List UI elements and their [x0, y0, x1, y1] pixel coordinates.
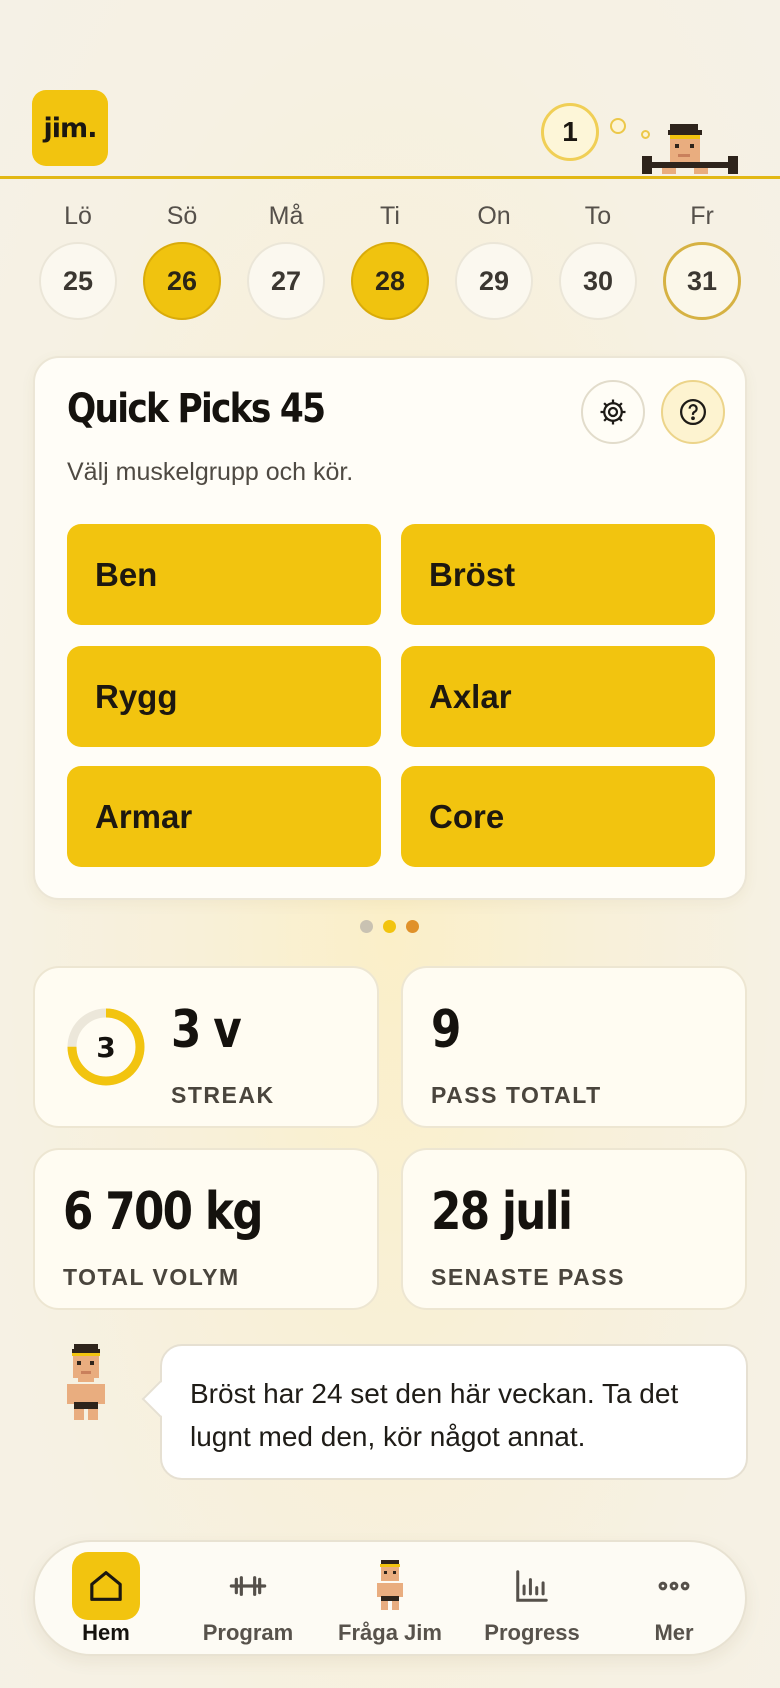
help-button[interactable]	[661, 380, 725, 444]
day-wednesday[interactable]: On 29	[454, 198, 534, 320]
page-dot-active[interactable]	[383, 920, 396, 933]
nav-item-fraga-jim[interactable]: Fråga Jim	[319, 1542, 461, 1658]
day-date-completed[interactable]: 26	[143, 242, 221, 320]
day-label: Fr	[690, 202, 714, 230]
nav-label: Hem	[82, 1620, 130, 1645]
day-date[interactable]: 29	[455, 242, 533, 320]
total-volume-label: TOTAL VOLYM	[63, 1264, 240, 1290]
day-date[interactable]: 25	[39, 242, 117, 320]
stat-card-total-volume[interactable]: 6 700 kg TOTAL VOLYM	[33, 1148, 379, 1310]
day-tuesday[interactable]: Ti 28	[350, 198, 430, 320]
day-sunday[interactable]: Sö 26	[142, 198, 222, 320]
total-volume-value: 6 700 kg	[63, 1182, 264, 1242]
app-logo[interactable]: jim.	[32, 90, 108, 166]
level-value: 1	[562, 116, 578, 147]
level-badge[interactable]: 1	[541, 103, 599, 161]
day-thursday[interactable]: To 30	[558, 198, 638, 320]
card-title: Quick Picks 45	[67, 386, 326, 432]
muscle-group-button-ben[interactable]: Ben	[67, 524, 381, 625]
pixel-weightlifter-icon	[642, 124, 738, 174]
muscle-group-button-rygg[interactable]: Rygg	[67, 646, 381, 747]
home-icon	[72, 1552, 140, 1620]
streak-value: 3 v	[171, 1000, 242, 1060]
day-label: Sö	[166, 202, 198, 230]
nav-label: Program	[202, 1620, 294, 1645]
muscle-group-button-axlar[interactable]: Axlar	[401, 646, 715, 747]
total-sessions-label: PASS TOTALT	[431, 1082, 602, 1108]
day-label: To	[584, 202, 612, 230]
header-divider	[0, 176, 780, 179]
day-saturday[interactable]: Lö 25	[38, 198, 118, 320]
day-date[interactable]: 27	[247, 242, 325, 320]
jim-tip-bubble[interactable]: Bröst har 24 set den här veckan. Ta det …	[141, 1344, 748, 1480]
nav-label: Progress	[484, 1620, 580, 1645]
page-dot[interactable]	[406, 920, 419, 933]
stat-card-last-session[interactable]: 28 juli SENASTE PASS	[401, 1148, 747, 1310]
nav-item-mer[interactable]: Mer	[603, 1542, 745, 1658]
day-friday[interactable]: Fr 31	[662, 198, 742, 320]
streak-label: STREAK	[171, 1082, 275, 1108]
more-icon	[640, 1552, 708, 1620]
nav-item-progress[interactable]: Progress	[461, 1542, 603, 1658]
gear-icon	[600, 399, 626, 425]
nav-item-hem[interactable]: Hem	[35, 1542, 177, 1658]
last-session-label: SENASTE PASS	[431, 1264, 625, 1290]
day-monday[interactable]: Må 27	[246, 198, 326, 320]
card-subtitle: Välj muskelgrupp och kör.	[67, 458, 354, 486]
day-label: Ti	[380, 202, 400, 230]
thought-bubble-dot-large	[610, 118, 626, 134]
week-strip: Lö 25 Sö 26 Må 27 Ti 28 On 29 To 30 Fr 3…	[0, 198, 780, 328]
jim-mascot-icon	[67, 1344, 105, 1420]
nav-label: Fråga Jim	[338, 1620, 442, 1645]
streak-ring-value: 3	[96, 1031, 115, 1064]
tip-text: Bröst har 24 set den här veckan. Ta det …	[190, 1378, 679, 1452]
day-label: Lö	[64, 202, 92, 230]
last-session-value: 28 juli	[431, 1182, 573, 1242]
total-sessions-value: 9	[431, 1000, 461, 1060]
app-header: jim. 1	[0, 0, 780, 180]
day-date-today[interactable]: 31	[663, 242, 741, 320]
stat-card-streak[interactable]: 3 3 v STREAK	[33, 966, 379, 1128]
streak-ring: 3	[67, 1008, 145, 1086]
page-dot[interactable]	[360, 920, 373, 933]
chart-icon	[498, 1552, 566, 1620]
quick-picks-card: Quick Picks 45 Välj muskelgrupp och kör.…	[33, 356, 747, 900]
day-label: Må	[268, 202, 304, 230]
bottom-nav: Hem Program Fråga Jim Progress Mer	[33, 1540, 747, 1656]
nav-item-program[interactable]: Program	[177, 1542, 319, 1658]
nav-label: Mer	[654, 1620, 694, 1645]
day-label: On	[477, 202, 511, 230]
stat-card-total-sessions[interactable]: 9 PASS TOTALT	[401, 966, 747, 1128]
muscle-group-button-brost[interactable]: Bröst	[401, 524, 715, 625]
logo-text: jim.	[43, 112, 98, 144]
settings-button[interactable]	[581, 380, 645, 444]
muscle-group-button-core[interactable]: Core	[401, 766, 715, 867]
help-icon	[680, 399, 706, 425]
muscle-group-button-armar[interactable]: Armar	[67, 766, 381, 867]
dumbbell-icon	[214, 1552, 282, 1620]
speech-bubble-tail	[141, 1380, 179, 1418]
jim-avatar-icon	[356, 1552, 424, 1620]
day-date[interactable]: 30	[559, 242, 637, 320]
day-date-completed[interactable]: 28	[351, 242, 429, 320]
